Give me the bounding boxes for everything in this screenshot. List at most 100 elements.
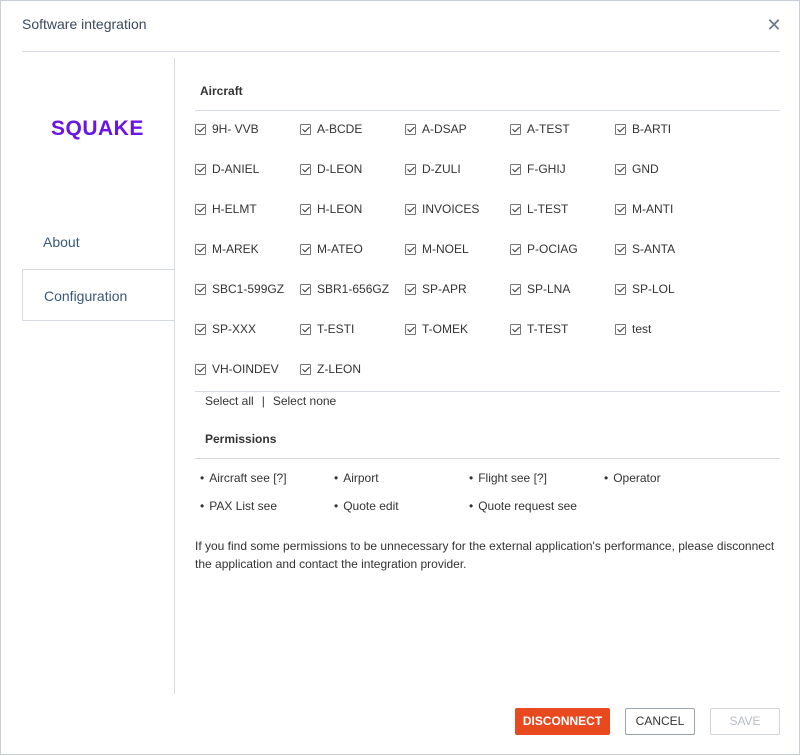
- aircraft-checkbox-item[interactable]: H-LEON: [300, 199, 405, 219]
- title-divider: [22, 51, 780, 52]
- aircraft-label: Z-LEON: [317, 362, 362, 376]
- checkbox-checked-icon[interactable]: [300, 363, 311, 375]
- checkbox-checked-icon[interactable]: [405, 163, 416, 175]
- aircraft-checkbox-item[interactable]: H-ELMT: [195, 199, 300, 219]
- aircraft-label: GND: [632, 162, 659, 176]
- checkbox-checked-icon[interactable]: [510, 123, 521, 135]
- checkbox-checked-icon[interactable]: [300, 203, 311, 215]
- permissions-divider: [195, 458, 780, 459]
- aircraft-label: D-LEON: [317, 162, 363, 176]
- aircraft-checkbox-item[interactable]: SP-LNA: [510, 279, 615, 299]
- aircraft-checkbox-item[interactable]: P-OCIAG: [510, 239, 615, 259]
- checkbox-checked-icon[interactable]: [405, 203, 416, 215]
- select-all-link[interactable]: Select all: [205, 394, 254, 408]
- aircraft-checkbox-item[interactable]: T-ESTI: [300, 319, 405, 339]
- aircraft-checkbox-item[interactable]: M-ANTI: [615, 199, 720, 219]
- sidebar-item-about[interactable]: About: [22, 216, 175, 268]
- aircraft-checkbox-item[interactable]: L-TEST: [510, 199, 615, 219]
- checkbox-checked-icon[interactable]: [615, 203, 626, 215]
- dialog-title: Software integration: [22, 16, 147, 32]
- aircraft-label: D-ANIEL: [212, 162, 260, 176]
- aircraft-label: T-TEST: [527, 322, 569, 336]
- checkbox-checked-icon[interactable]: [405, 323, 416, 335]
- aircraft-checkbox-item[interactable]: A-DSAP: [405, 119, 510, 139]
- checkbox-checked-icon[interactable]: [510, 323, 521, 335]
- aircraft-checkbox-item[interactable]: D-ANIEL: [195, 159, 300, 179]
- aircraft-divider-bottom: [195, 391, 780, 392]
- checkbox-checked-icon[interactable]: [510, 243, 521, 255]
- sidebar-item-configuration[interactable]: Configuration: [22, 269, 175, 321]
- checkbox-checked-icon[interactable]: [300, 163, 311, 175]
- aircraft-checkbox-item[interactable]: VH-OINDEV: [195, 359, 300, 379]
- select-none-link[interactable]: Select none: [273, 394, 336, 408]
- aircraft-checkbox-item[interactable]: INVOICES: [405, 199, 510, 219]
- aircraft-checkbox-item[interactable]: D-ZULI: [405, 159, 510, 179]
- checkbox-checked-icon[interactable]: [615, 163, 626, 175]
- aircraft-checkbox-item[interactable]: A-BCDE: [300, 119, 405, 139]
- aircraft-checkbox-item[interactable]: 9H- VVB: [195, 119, 300, 139]
- aircraft-checkbox-item[interactable]: GND: [615, 159, 720, 179]
- checkbox-checked-icon[interactable]: [300, 323, 311, 335]
- checkbox-checked-icon[interactable]: [510, 203, 521, 215]
- checkbox-checked-icon[interactable]: [615, 123, 626, 135]
- cancel-button[interactable]: CANCEL: [625, 708, 695, 735]
- aircraft-label: SBR1-656GZ: [317, 282, 390, 296]
- checkbox-checked-icon[interactable]: [195, 123, 206, 135]
- aircraft-checkbox-item[interactable]: A-TEST: [510, 119, 615, 139]
- checkbox-checked-icon[interactable]: [195, 243, 206, 255]
- aircraft-checkbox-item[interactable]: SP-XXX: [195, 319, 300, 339]
- aircraft-checkbox-item[interactable]: D-LEON: [300, 159, 405, 179]
- aircraft-checkbox-item[interactable]: M-ATEO: [300, 239, 405, 259]
- permission-item: Flight see [?]: [469, 471, 547, 485]
- aircraft-label: P-OCIAG: [527, 242, 578, 256]
- permission-item: Quote edit: [334, 499, 398, 513]
- aircraft-label: M-NOEL: [422, 242, 469, 256]
- aircraft-checkbox-item[interactable]: SP-LOL: [615, 279, 720, 299]
- checkbox-checked-icon[interactable]: [195, 323, 206, 335]
- aircraft-checkbox-item[interactable]: F-GHIJ: [510, 159, 615, 179]
- aircraft-checkbox-item[interactable]: SP-APR: [405, 279, 510, 299]
- checkbox-checked-icon[interactable]: [615, 243, 626, 255]
- checkbox-checked-icon[interactable]: [405, 123, 416, 135]
- checkbox-checked-icon[interactable]: [195, 163, 206, 175]
- permissions-section-title: Permissions: [205, 432, 277, 446]
- aircraft-label: A-DSAP: [422, 122, 467, 136]
- aircraft-checkbox-item[interactable]: S-ANTA: [615, 239, 720, 259]
- aircraft-checkbox-item[interactable]: M-AREK: [195, 239, 300, 259]
- aircraft-checkbox-item[interactable]: Z-LEON: [300, 359, 405, 379]
- permission-item: PAX List see: [200, 499, 277, 513]
- checkbox-checked-icon[interactable]: [405, 243, 416, 255]
- aircraft-checkbox-item[interactable]: SBC1-599GZ: [195, 279, 300, 299]
- aircraft-checkbox-item[interactable]: T-OMEK: [405, 319, 510, 339]
- checkbox-checked-icon[interactable]: [195, 203, 206, 215]
- permission-item: Operator: [604, 471, 660, 485]
- permission-item: Airport: [334, 471, 378, 485]
- aircraft-checkbox-item[interactable]: B-ARTI: [615, 119, 720, 139]
- permission-item: Quote request see: [469, 499, 577, 513]
- checkbox-checked-icon[interactable]: [405, 283, 416, 295]
- aircraft-label: A-TEST: [527, 122, 570, 136]
- software-integration-dialog: Software integration ✕ SQUAKE About Conf…: [0, 0, 800, 755]
- checkbox-checked-icon[interactable]: [510, 163, 521, 175]
- aircraft-checkbox-item[interactable]: T-TEST: [510, 319, 615, 339]
- aircraft-label: SP-APR: [422, 282, 467, 296]
- checkbox-checked-icon[interactable]: [615, 283, 626, 295]
- aircraft-label: SP-LNA: [527, 282, 571, 296]
- checkbox-checked-icon[interactable]: [300, 123, 311, 135]
- checkbox-checked-icon[interactable]: [195, 283, 206, 295]
- aircraft-checkbox-item[interactable]: M-NOEL: [405, 239, 510, 259]
- aircraft-label: D-ZULI: [422, 162, 461, 176]
- checkbox-checked-icon[interactable]: [510, 283, 521, 295]
- aircraft-checkbox-item[interactable]: SBR1-656GZ: [300, 279, 405, 299]
- aircraft-checkbox-item[interactable]: test: [615, 319, 720, 339]
- checkbox-checked-icon[interactable]: [195, 363, 206, 375]
- checkbox-checked-icon[interactable]: [300, 283, 311, 295]
- checkbox-checked-icon[interactable]: [615, 323, 626, 335]
- aircraft-label: T-OMEK: [422, 322, 469, 336]
- checkbox-checked-icon[interactable]: [300, 243, 311, 255]
- save-button[interactable]: SAVE: [710, 708, 780, 735]
- close-icon[interactable]: ✕: [764, 15, 784, 35]
- permissions-note: If you find some permissions to be unnec…: [195, 539, 775, 571]
- aircraft-label: M-ATEO: [317, 242, 363, 256]
- disconnect-button[interactable]: DISCONNECT: [515, 708, 610, 735]
